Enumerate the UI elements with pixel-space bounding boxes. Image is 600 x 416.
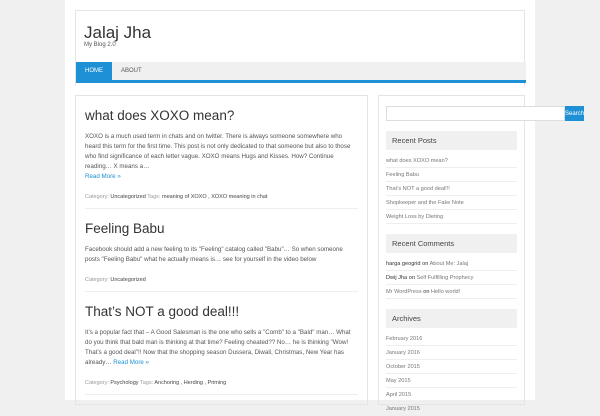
post: That’s NOT a good deal!!! It’s a popular… bbox=[85, 292, 358, 395]
archives-list: February 2016 January 2016 October 2015 … bbox=[386, 332, 517, 416]
category-link[interactable]: Psychology bbox=[110, 380, 138, 386]
category-label: Category: bbox=[85, 380, 109, 386]
recent-comments-title: Recent Comments bbox=[386, 234, 517, 253]
category-label: Category: bbox=[85, 194, 109, 200]
archive-link[interactable]: January 2016 bbox=[386, 346, 517, 360]
comment-item: Mr WordPress on Hello world! bbox=[386, 285, 517, 299]
tags-label: Tags: bbox=[139, 380, 154, 386]
post-meta: Category: Uncategorized Tags: meaning of… bbox=[85, 194, 358, 200]
site-tagline: My Blog 2.0 bbox=[84, 42, 116, 48]
nav-home[interactable]: HOME bbox=[76, 62, 112, 80]
recent-post-link[interactable]: Shopkeeper and the Fake Note bbox=[386, 196, 517, 210]
site-title[interactable]: Jalaj Jha bbox=[84, 23, 151, 43]
post: what does XOXO mean? XOXO is a much used… bbox=[85, 96, 358, 209]
post-meta: Category: Psychology Tags: Anchoring , H… bbox=[85, 380, 358, 386]
main-nav: HOME ABOUT bbox=[76, 62, 526, 83]
tags-label: Tags: bbox=[147, 194, 161, 200]
site-header: Jalaj Jha My Blog 2.0 HOME ABOUT bbox=[75, 10, 526, 86]
comment-post-link[interactable]: About Me: Jalaj bbox=[430, 261, 469, 267]
post-excerpt: It’s a popular fact that – A Good Salesm… bbox=[85, 328, 358, 368]
read-more-link[interactable]: Read More » bbox=[113, 359, 149, 366]
post-title[interactable]: what does XOXO mean? bbox=[85, 108, 358, 123]
search-form: Search bbox=[386, 106, 585, 121]
archive-link[interactable]: January 2015 bbox=[386, 402, 517, 416]
comment-item: harga geogrid on About Me: Jalaj bbox=[386, 257, 517, 271]
comment-on: on bbox=[423, 289, 430, 295]
recent-posts-list: what does XOXO mean? Feeling Babu That’s… bbox=[386, 154, 517, 224]
category-link[interactable]: Uncategorized bbox=[110, 194, 145, 200]
tags-links[interactable]: meaning of XOXO , XOXO meaning in chat bbox=[162, 194, 267, 200]
tags-links[interactable]: Anchoring , Herding , Priming bbox=[154, 380, 226, 386]
post: Feeling Babu Facebook should add a new f… bbox=[85, 209, 358, 292]
archive-link[interactable]: February 2016 bbox=[386, 332, 517, 346]
archive-link[interactable]: May 2015 bbox=[386, 374, 517, 388]
post-excerpt: Facebook should add a new feeling to its… bbox=[85, 246, 343, 263]
post-title[interactable]: Feeling Babu bbox=[85, 221, 358, 236]
category-link[interactable]: Uncategorized bbox=[110, 277, 145, 283]
post-list: what does XOXO mean? XOXO is a much used… bbox=[75, 95, 368, 405]
nav-about[interactable]: ABOUT bbox=[112, 62, 151, 80]
comment-on: on bbox=[408, 275, 415, 281]
post-meta: Category: Uncategorized bbox=[85, 277, 358, 283]
post-excerpt: XOXO is a much used term in chats and on… bbox=[85, 132, 358, 182]
comment-post-link[interactable]: Self Fulfilling Prophecy bbox=[417, 275, 474, 281]
post-title[interactable]: That’s NOT a good deal!!! bbox=[85, 304, 358, 319]
comment-post-link[interactable]: Hello world! bbox=[431, 289, 460, 295]
category-label: Category: bbox=[85, 277, 109, 283]
sidebar: Search Recent Posts what does XOXO mean?… bbox=[378, 95, 585, 416]
comment-author: harga geogrid bbox=[386, 261, 421, 267]
recent-post-link[interactable]: what does XOXO mean? bbox=[386, 154, 517, 168]
comment-author: Dwij Jha bbox=[386, 275, 408, 281]
comment-item: Dwij Jha on Self Fulfilling Prophecy bbox=[386, 271, 517, 285]
search-button[interactable]: Search bbox=[565, 106, 585, 121]
archives-title: Archives bbox=[386, 309, 517, 328]
recent-post-link[interactable]: Weight Loss by Dieting bbox=[386, 210, 517, 224]
recent-comments-list: harga geogrid on About Me: Jalaj Dwij Jh… bbox=[386, 257, 517, 299]
comment-author[interactable]: Mr WordPress bbox=[386, 289, 422, 295]
recent-post-link[interactable]: Feeling Babu bbox=[386, 168, 517, 182]
search-input[interactable] bbox=[386, 106, 565, 121]
recent-posts-title: Recent Posts bbox=[386, 131, 517, 150]
archive-link[interactable]: October 2015 bbox=[386, 360, 517, 374]
comment-on: on bbox=[422, 261, 429, 267]
excerpt-text: XOXO is a much used term in chats and on… bbox=[85, 133, 351, 170]
page: Jalaj Jha My Blog 2.0 HOME ABOUT what do… bbox=[65, 0, 585, 416]
recent-post-link[interactable]: That’s NOT a good deal!!! bbox=[386, 182, 517, 196]
read-more-link[interactable]: Read More » bbox=[85, 173, 121, 180]
